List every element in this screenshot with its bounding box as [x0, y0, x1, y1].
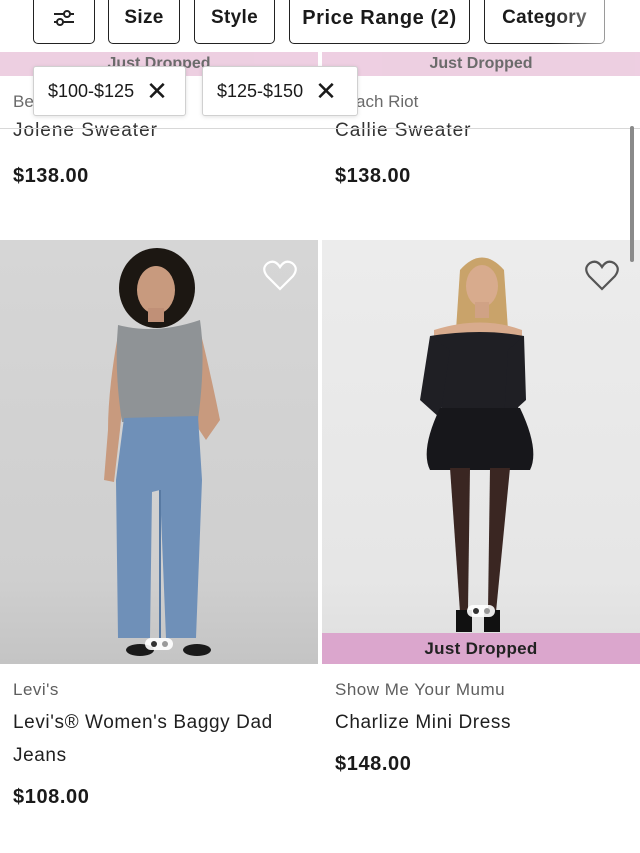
heart-icon[interactable] [585, 260, 619, 292]
image-carousel-dots[interactable] [467, 605, 495, 617]
just-dropped-badge: Just Dropped [322, 52, 640, 76]
product-brand: ach Riot [356, 92, 419, 111]
filter-bar: Size Style Price Range (2) Category [0, 0, 640, 52]
product-name-line: Jeans [13, 745, 67, 766]
heart-icon[interactable] [263, 260, 297, 292]
price-range-filter-button[interactable]: Price Range (2) [289, 0, 470, 44]
product-image[interactable] [0, 240, 318, 664]
product-price: $138.00 [335, 165, 411, 187]
chip-label: $100-$125 [48, 80, 135, 101]
style-filter-button[interactable]: Style [194, 0, 275, 44]
filter-settings-button[interactable] [33, 0, 95, 44]
product-brand: Be [13, 92, 34, 111]
chip-label: $125-$150 [217, 80, 304, 101]
product-brand[interactable]: Show Me Your Mumu [335, 680, 505, 700]
product-price: $138.00 [13, 165, 89, 187]
sliders-icon [54, 10, 74, 26]
product-name[interactable]: Callie Sweater [335, 120, 472, 142]
image-carousel-dots[interactable] [145, 638, 173, 650]
product-name-line: Levi's® Women's Baggy Dad [13, 712, 273, 733]
divider [0, 128, 640, 129]
product-price: $148.00 [335, 753, 412, 775]
product-name[interactable]: Charlize Mini Dress [335, 706, 511, 739]
product-name-line: Charlize Mini Dress [335, 712, 512, 733]
product-name[interactable]: Levi's® Women's Baggy Dad Jeans [13, 706, 273, 772]
close-icon[interactable]: ✕ [315, 78, 337, 104]
active-filter-chip[interactable]: $100-$125 ✕ [33, 66, 186, 116]
close-icon[interactable]: ✕ [146, 78, 168, 104]
size-filter-button[interactable]: Size [108, 0, 180, 44]
product-image[interactable] [322, 240, 640, 664]
product-brand[interactable]: Levi's [13, 680, 59, 700]
just-dropped-badge: Just Dropped [322, 633, 640, 664]
product-price: $108.00 [13, 786, 90, 808]
product-name[interactable]: Jolene Sweater [13, 120, 158, 142]
active-filter-chip[interactable]: $125-$150 ✕ [202, 66, 358, 116]
scrollbar[interactable] [630, 126, 634, 262]
category-filter-button[interactable]: Category [484, 0, 605, 44]
